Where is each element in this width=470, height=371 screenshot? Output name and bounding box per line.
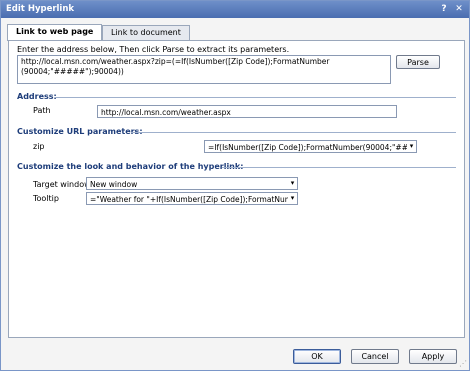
- help-icon[interactable]: ?: [438, 3, 450, 15]
- ok-button[interactable]: OK: [293, 349, 341, 364]
- address-divider: [56, 97, 456, 98]
- tab-link-to-web-page[interactable]: Link to web page: [7, 24, 103, 41]
- address-input[interactable]: http://local.msn.com/weather.aspx?zip=(=…: [17, 55, 391, 84]
- zip-param-value: =If(IsNumber([Zip Code]);FormatNumber(90…: [208, 143, 417, 152]
- dialog-footer: OK Cancel Apply ⋰: [1, 342, 469, 370]
- url-params-divider: [131, 132, 456, 133]
- target-window-dropdown[interactable]: New window ▾: [86, 177, 298, 190]
- tab-link-to-document[interactable]: Link to document: [102, 25, 190, 40]
- path-label: Path: [33, 106, 51, 115]
- dialog-title: Edit Hyperlink: [6, 4, 75, 14]
- url-params-section-heading: Customize URL parameters:: [17, 127, 143, 136]
- tab-panel-web-page: Enter the address below, Then click Pars…: [8, 40, 465, 338]
- close-icon[interactable]: ✕: [453, 3, 465, 15]
- tooltip-dropdown[interactable]: ="Weather for "+If(IsNumber([Zip Code]);…: [86, 192, 298, 205]
- resize-grip-icon[interactable]: ⋰: [459, 359, 467, 368]
- edit-hyperlink-dialog: Edit Hyperlink ? ✕ Link to web page Link…: [0, 0, 470, 371]
- tooltip-label: Tooltip: [33, 194, 59, 203]
- zip-param-label: zip: [33, 142, 45, 151]
- chevron-down-icon[interactable]: ▾: [288, 178, 297, 189]
- look-section-heading: Customize the look and behavior of the h…: [17, 162, 244, 171]
- instruction-text: Enter the address below, Then click Pars…: [17, 45, 290, 54]
- look-divider: [222, 167, 456, 168]
- target-window-label: Target window: [33, 180, 91, 189]
- apply-button[interactable]: Apply: [409, 349, 457, 364]
- zip-param-dropdown[interactable]: =If(IsNumber([Zip Code]);FormatNumber(90…: [204, 140, 417, 153]
- address-section-heading: Address:: [17, 92, 57, 101]
- chevron-down-icon[interactable]: ▾: [288, 193, 297, 204]
- title-bar[interactable]: Edit Hyperlink ? ✕: [1, 1, 469, 18]
- tooltip-value: ="Weather for "+If(IsNumber([Zip Code]);…: [90, 195, 298, 204]
- chevron-down-icon[interactable]: ▾: [407, 141, 416, 152]
- parse-button[interactable]: Parse: [396, 55, 440, 69]
- cancel-button[interactable]: Cancel: [351, 349, 399, 364]
- target-window-value: New window: [90, 180, 138, 189]
- path-input[interactable]: http://local.msn.com/weather.aspx: [97, 105, 397, 118]
